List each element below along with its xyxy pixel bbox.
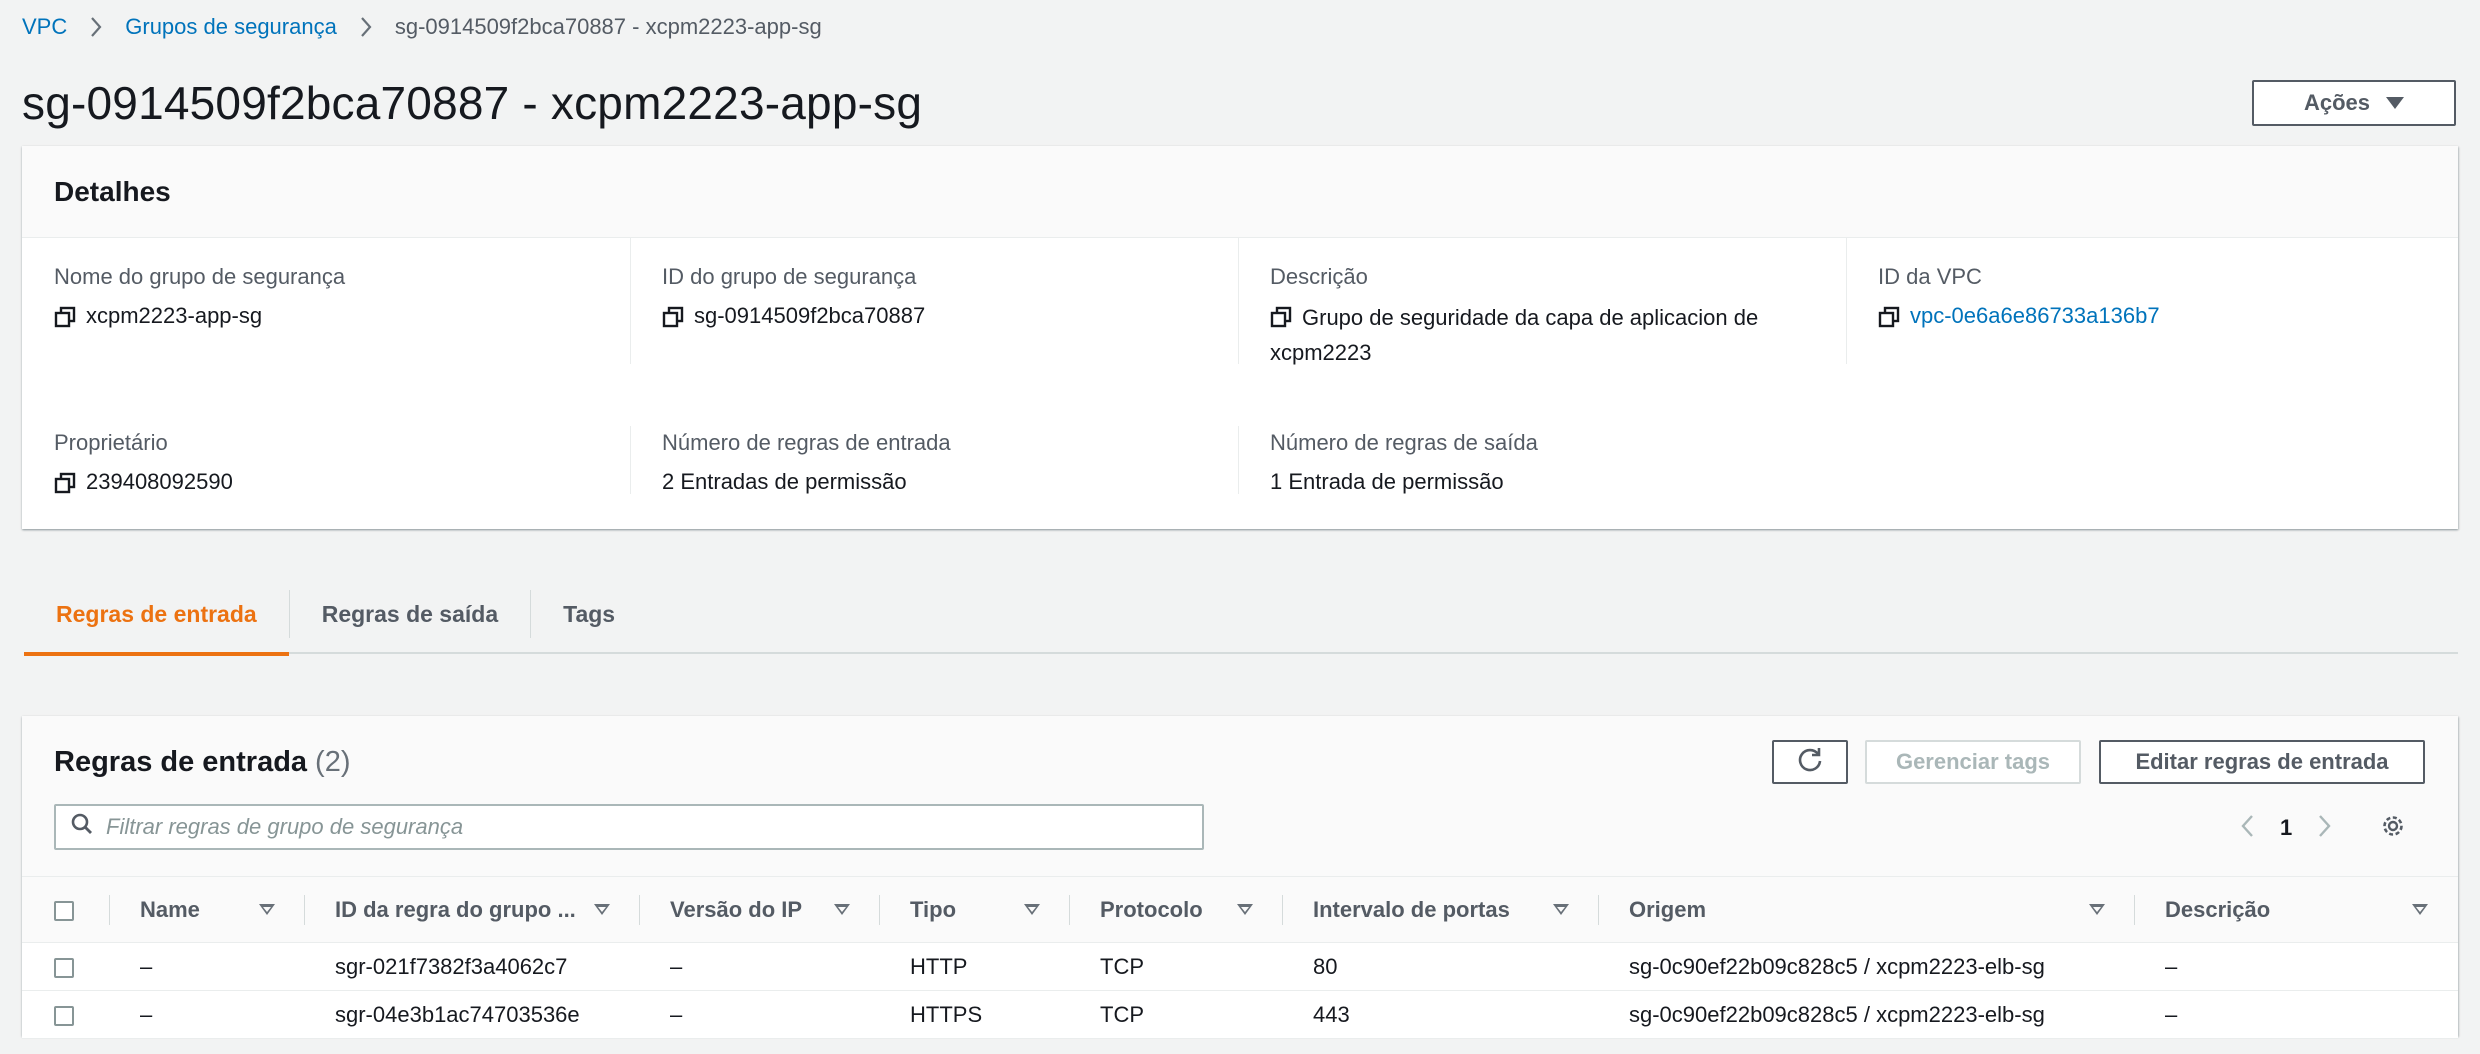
inbound-rules-table: Name ID da regra do grupo ... Versão do … [22,876,2458,1039]
cell-name: – [110,942,305,991]
gear-icon[interactable] [2380,813,2406,844]
detail-value: sg-0914509f2bca70887 [694,303,926,328]
cell-source: sg-0c90ef22b09c828c5 / xcpm2223-elb-sg [1599,990,2135,1039]
refresh-button[interactable] [1772,740,1848,784]
breadcrumb: VPC Grupos de segurança sg-0914509f2bca7… [22,12,822,42]
details-header: Detalhes [22,146,2458,238]
details-panel: Detalhes Nome do grupo de segurança xcpm… [22,146,2458,529]
cell-port-range: 443 [1283,990,1599,1039]
column-header-ip-version[interactable]: Versão do IP [640,876,880,943]
cell-protocol: TCP [1070,990,1283,1039]
detail-security-group-name: Nome do grupo de segurança xcpm2223-app-… [54,262,634,337]
actions-button[interactable]: Ações [2252,80,2456,126]
inbound-rules-count: (2) [315,746,351,778]
pagination: 1 [2238,808,2406,848]
detail-label: Número de regras de saída [1270,430,1538,455]
vpc-id-link[interactable]: vpc-0e6a6e86733a136b7 [1910,300,2160,332]
detail-security-group-id: ID do grupo de segurança sg-0914509f2bca… [662,262,1242,337]
page-number[interactable]: 1 [2280,815,2292,841]
column-header-protocol[interactable]: Protocolo [1070,876,1283,943]
table-header-row: Name ID da regra do grupo ... Versão do … [22,876,2458,943]
breadcrumb-link-security-groups[interactable]: Grupos de segurança [125,14,337,40]
table-row[interactable]: – sgr-04e3b1ac74703536e – HTTPS TCP 443 … [22,990,2458,1039]
filter-caret-icon [594,904,610,915]
filter-caret-icon [2412,904,2428,915]
actions-button-label: Ações [2303,90,2371,115]
inbound-rules-heading: Regras de entrada [54,746,308,778]
cell-type: HTTP [880,942,1070,991]
cell-type: HTTPS [880,990,1070,1039]
column-header-name[interactable]: Name [110,876,305,943]
tab-bar: Regras de entrada Regras de saída Tags [24,574,2458,656]
column-header-description[interactable]: Descrição [2135,876,2458,943]
cell-rule-id: sgr-04e3b1ac74703536e [305,990,640,1039]
copy-icon[interactable] [54,305,76,337]
column-divider [1846,238,1847,364]
page-title: sg-0914509f2bca70887 - xcpm2223-app-sg [22,77,923,129]
chevron-left-icon[interactable] [2238,812,2258,845]
row-checkbox[interactable] [54,957,74,978]
chevron-right-icon [359,16,373,38]
breadcrumb-link-vpc[interactable]: VPC [22,14,67,40]
detail-description: Descrição Grupo de seguridade da capa de… [1270,262,1810,369]
chevron-right-icon[interactable] [2314,812,2334,845]
detail-value: 2 Entradas de permissão [662,469,907,494]
caret-down-icon [2386,97,2405,109]
cell-protocol: TCP [1070,942,1283,991]
row-checkbox[interactable] [54,1005,74,1026]
filter-caret-icon [1553,904,1569,915]
select-all-checkbox-cell [22,876,110,943]
breadcrumb-current: sg-0914509f2bca70887 - xcpm2223-app-sg [394,14,822,39]
select-all-checkbox[interactable] [54,900,74,921]
filter-caret-icon [834,904,850,915]
detail-inbound-rule-count: Número de regras de entrada 2 Entradas d… [662,428,1242,498]
cell-port-range: 80 [1283,942,1599,991]
detail-label: Descrição [1270,264,1368,289]
chevron-right-icon [89,16,103,38]
detail-label: Proprietário [54,430,168,455]
filter-caret-icon [259,904,275,915]
detail-outbound-rule-count: Número de regras de saída 1 Entrada de p… [1270,428,1850,498]
table-row[interactable]: – sgr-021f7382f3a4062c7 – HTTP TCP 80 sg… [22,942,2458,991]
copy-icon[interactable] [662,305,684,337]
edit-inbound-rules-button[interactable]: Editar regras de entrada [2099,740,2425,784]
search-icon [70,812,94,842]
copy-icon[interactable] [54,471,76,503]
detail-value: 1 Entrada de permissão [1270,469,1504,494]
detail-vpc-id: ID da VPC vpc-0e6a6e86733a136b7 [1878,262,2458,337]
filter-caret-icon [2089,904,2105,915]
detail-value: xcpm2223-app-sg [86,303,263,328]
column-header-type[interactable]: Tipo [880,876,1070,943]
detail-value: Grupo de seguridade da capa de aplicacio… [1270,305,1759,365]
inbound-rules-panel: Regras de entrada (2) Gerenciar tags Edit… [22,716,2458,1039]
manage-tags-button[interactable]: Gerenciar tags [1865,740,2081,784]
column-header-port-range[interactable]: Intervalo de portas [1283,876,1599,943]
filter-caret-icon [1237,904,1253,915]
filter-caret-icon [1024,904,1040,915]
detail-label: ID da VPC [1878,264,1982,289]
cell-source: sg-0c90ef22b09c828c5 / xcpm2223-elb-sg [1599,942,2135,991]
cell-name: – [110,990,305,1039]
tab-tags[interactable]: Tags [531,574,647,654]
detail-owner: Proprietário 239408092590 [54,428,634,503]
search-placeholder: Filtrar regras de grupo de segurança [106,814,464,839]
column-header-rule-id[interactable]: ID da regra do grupo ... [305,876,640,943]
cell-rule-id: sgr-021f7382f3a4062c7 [305,942,640,991]
column-header-source[interactable]: Origem [1599,876,2135,943]
detail-label: Número de regras de entrada [662,430,951,455]
tab-outbound-rules[interactable]: Regras de saída [290,574,530,654]
detail-label: ID do grupo de segurança [662,264,917,289]
refresh-icon [1796,745,1824,779]
copy-icon[interactable] [1270,305,1292,337]
copy-icon[interactable] [1878,305,1900,337]
cell-ip-version: – [640,990,880,1039]
cell-description: – [2135,990,2458,1039]
search-input[interactable]: Filtrar regras de grupo de segurança [54,804,1204,850]
cell-ip-version: – [640,942,880,991]
detail-label: Nome do grupo de segurança [54,264,346,289]
tab-inbound-rules[interactable]: Regras de entrada [24,574,289,656]
inbound-rules-title: Regras de entrada (2) [54,746,351,779]
cell-description: – [2135,942,2458,991]
detail-value: 239408092590 [86,469,233,494]
